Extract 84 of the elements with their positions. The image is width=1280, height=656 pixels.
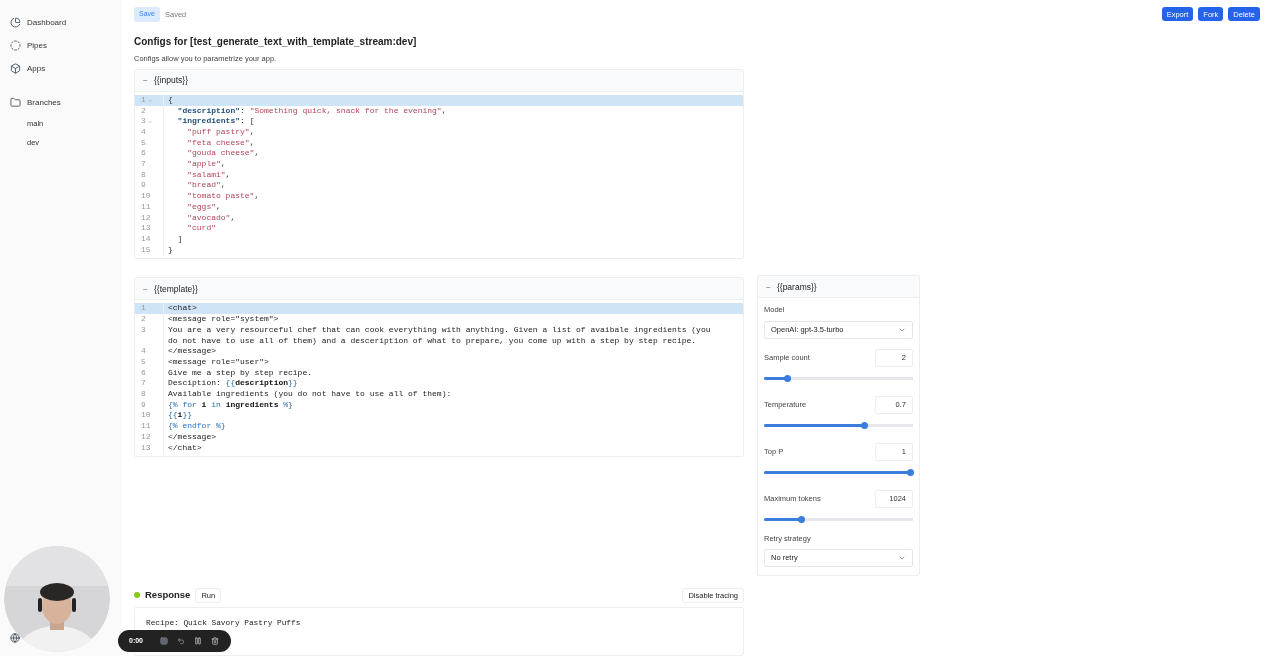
code-line: ] (176, 234, 184, 245)
sidebar-item[interactable]: Dashboard (10, 11, 122, 34)
code-line: Available ingredients (you do not have to use all of them): (167, 389, 453, 400)
cube-icon (10, 63, 21, 74)
sidebar-item[interactable]: Apps (10, 57, 122, 80)
code-line: "bread", (186, 180, 227, 192)
code-line: "puff pastry", (186, 126, 256, 138)
code-line: {% endfor %} (167, 421, 227, 432)
page-title: Configs for [test_generate_text_with_template_stream:dev] (134, 34, 418, 49)
code-line: You are a very resourceful chef that can cook everything with anything. Given a list of avaibale ingredients (you do not have to use all of them) and a desceription of what to prepare, you come up with a step by step recipe. (167, 324, 712, 347)
panel-header[interactable]: − {{params}} (758, 276, 919, 299)
line-number: 12 (141, 431, 151, 443)
code-line: "feta cheese", (186, 137, 256, 149)
globe-icon[interactable] (10, 633, 20, 643)
slider-thumb[interactable] (906, 468, 914, 476)
line-number: 14 (141, 234, 151, 245)
panel-title: {{inputs}} (153, 73, 188, 87)
line-number: 2 (141, 314, 146, 325)
line-number: 9 (141, 399, 146, 411)
line-number: 6 (141, 148, 146, 160)
code-line: {{i}} (167, 410, 194, 422)
collapse-toggle[interactable]: − (143, 73, 148, 87)
line-number: 1 (141, 94, 146, 106)
collapse-toggle[interactable]: − (143, 282, 148, 296)
line-number: 12 (141, 212, 151, 224)
panel-header[interactable]: − {{template}} (135, 278, 743, 301)
pie-chart-icon (10, 17, 21, 28)
line-number: 2 (141, 105, 146, 117)
code-line: <message role="user"> (167, 356, 270, 368)
code-line: <chat> (167, 303, 198, 315)
trash-icon[interactable] (211, 637, 219, 645)
panel-title: {{params}} (776, 280, 817, 294)
collapse-toggle[interactable]: − (766, 280, 771, 294)
dashed-circle-icon (10, 40, 21, 51)
sidebar-item[interactable]: Branches (10, 91, 122, 114)
line-number: 8 (141, 169, 146, 181)
slider[interactable] (764, 468, 913, 476)
code-line: } (167, 244, 174, 256)
line-number: 3 (141, 324, 146, 336)
code-line: </message> (167, 431, 217, 443)
code-line: Give me a step by step recipe. (167, 367, 314, 379)
undo-icon[interactable] (177, 637, 185, 645)
code-line: "gouda cheese", (186, 148, 261, 160)
line-number: 3 (141, 116, 146, 127)
line-number: 4 (141, 126, 146, 138)
code-line: "ingredients": [ (176, 116, 256, 127)
sidebar-item[interactable]: Pipes (10, 34, 122, 57)
code-line: </chat> (167, 442, 203, 454)
code-line: "description": "Something quick, snack for the evening", (176, 105, 448, 117)
code-line: <message role="system"> (167, 314, 280, 325)
line-number: 7 (141, 159, 146, 170)
line-number: 1 (141, 303, 146, 315)
pause-icon[interactable] (194, 637, 202, 645)
line-number: 13 (141, 223, 151, 234)
line-number: 11 (141, 421, 151, 432)
line-number: 11 (141, 201, 151, 213)
line-number: 5 (141, 356, 146, 368)
code-line: Desciption: {{description}} (167, 378, 299, 389)
slider-thumb[interactable] (783, 374, 791, 382)
code-line: "apple", (186, 159, 227, 170)
code-line: "salami", (186, 169, 232, 181)
line-number: 6 (141, 367, 146, 379)
line-number: 5 (141, 137, 146, 149)
code-line: "eggs", (186, 201, 222, 213)
code-line: { (167, 94, 174, 106)
line-number: 10 (141, 191, 151, 202)
line-number: 8 (141, 389, 146, 400)
code-line: "tomato paste", (186, 191, 261, 202)
line-number: 4 (141, 346, 146, 357)
panel-header[interactable]: − {{inputs}} (135, 69, 743, 92)
line-number: 9 (141, 180, 146, 192)
line-number: 10 (141, 410, 151, 422)
line-number: 13 (141, 442, 151, 454)
code-line: </message> (167, 346, 217, 357)
code-line: "avocado", (186, 212, 237, 224)
line-number: 15 (141, 244, 151, 256)
line-number: 7 (141, 378, 146, 389)
code-line: {% for i in ingredients %} (167, 399, 294, 411)
slider-thumb[interactable] (798, 515, 806, 523)
panel-title: {{template}} (153, 282, 198, 296)
section-title: Response (145, 588, 191, 603)
slider-thumb[interactable] (861, 421, 869, 429)
folder-icon (10, 97, 21, 108)
code-line: "curd" (186, 223, 217, 234)
